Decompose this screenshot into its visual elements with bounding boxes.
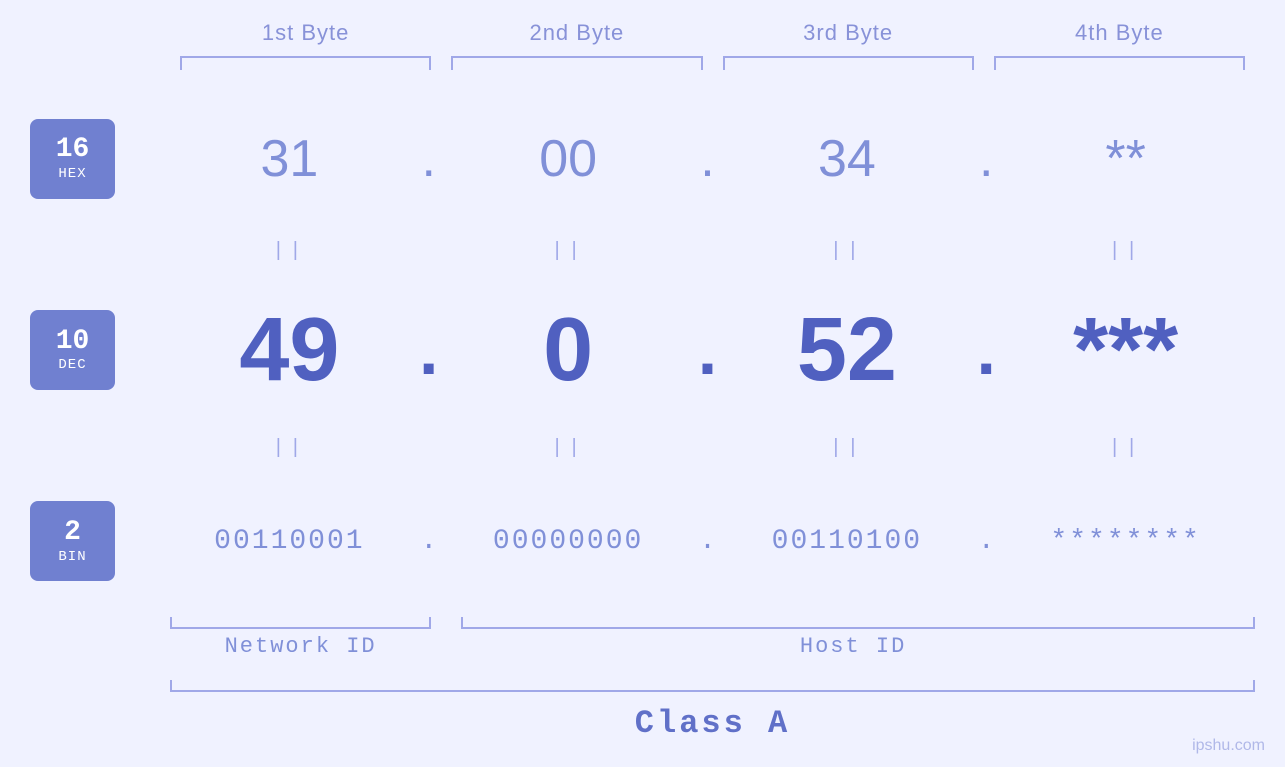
hex-dot1: . xyxy=(409,129,449,189)
bin-dot3: . xyxy=(966,526,1006,557)
bin-byte4: ******** xyxy=(1006,526,1245,557)
sep2-b2: || xyxy=(449,437,688,460)
class-label: Class A xyxy=(170,700,1255,747)
sep1-b4: || xyxy=(1006,240,1245,263)
dec-dot3: . xyxy=(966,310,1006,390)
bin-badge: 2 BIN xyxy=(30,501,115,581)
byte2-header: 2nd Byte xyxy=(441,20,712,46)
hex-byte2: 00 xyxy=(449,129,688,189)
hex-badge: 16 HEX xyxy=(30,119,115,199)
byte-headers: 1st Byte 2nd Byte 3rd Byte 4th Byte xyxy=(30,20,1255,46)
hex-byte4: ** xyxy=(1006,129,1245,189)
dec-byte2: 0 xyxy=(449,305,688,395)
sep2-b4: || xyxy=(1006,437,1245,460)
dec-byte4: *** xyxy=(1006,305,1245,395)
main-container: 1st Byte 2nd Byte 3rd Byte 4th Byte 16 H… xyxy=(0,0,1285,767)
dec-byte3: 52 xyxy=(728,305,967,395)
dec-badge-num: 10 xyxy=(56,327,90,358)
hex-byte3: 34 xyxy=(728,129,967,189)
bin-byte2: 00000000 xyxy=(449,526,688,557)
hex-dot3: . xyxy=(966,129,1006,189)
bin-dot2: . xyxy=(688,526,728,557)
dec-badge: 10 DEC xyxy=(30,310,115,390)
network-id-label: Network ID xyxy=(170,634,431,659)
watermark: ipshu.com xyxy=(1192,737,1265,755)
dec-badge-label: DEC xyxy=(58,357,86,373)
top-brackets xyxy=(30,56,1255,74)
byte4-header: 4th Byte xyxy=(984,20,1255,46)
byte1-header: 1st Byte xyxy=(170,20,441,46)
sep2-b3: || xyxy=(728,437,967,460)
hex-byte1: 31 xyxy=(170,129,409,189)
bin-byte3: 00110100 xyxy=(728,526,967,557)
dec-byte1: 49 xyxy=(170,305,409,395)
hex-badge-num: 16 xyxy=(56,135,90,166)
bin-byte1: 00110001 xyxy=(170,526,409,557)
sep1-b2: || xyxy=(449,240,688,263)
sep2-b1: || xyxy=(170,437,409,460)
bracket-byte2 xyxy=(451,56,702,74)
dec-dot2: . xyxy=(688,310,728,390)
bottom-section: Network ID Host ID Class A xyxy=(30,611,1255,747)
bracket-byte4 xyxy=(994,56,1245,74)
sep1-b1: || xyxy=(170,240,409,263)
bracket-byte1 xyxy=(180,56,431,74)
bin-badge-num: 2 xyxy=(64,518,81,549)
bin-badge-label: BIN xyxy=(58,549,86,565)
dec-dot1: . xyxy=(409,310,449,390)
host-id-label: Host ID xyxy=(451,634,1255,659)
hex-dot2: . xyxy=(688,129,728,189)
byte3-header: 3rd Byte xyxy=(713,20,984,46)
bracket-byte3 xyxy=(723,56,974,74)
bin-dot1: . xyxy=(409,526,449,557)
hex-badge-label: HEX xyxy=(58,166,86,182)
sep1-b3: || xyxy=(728,240,967,263)
